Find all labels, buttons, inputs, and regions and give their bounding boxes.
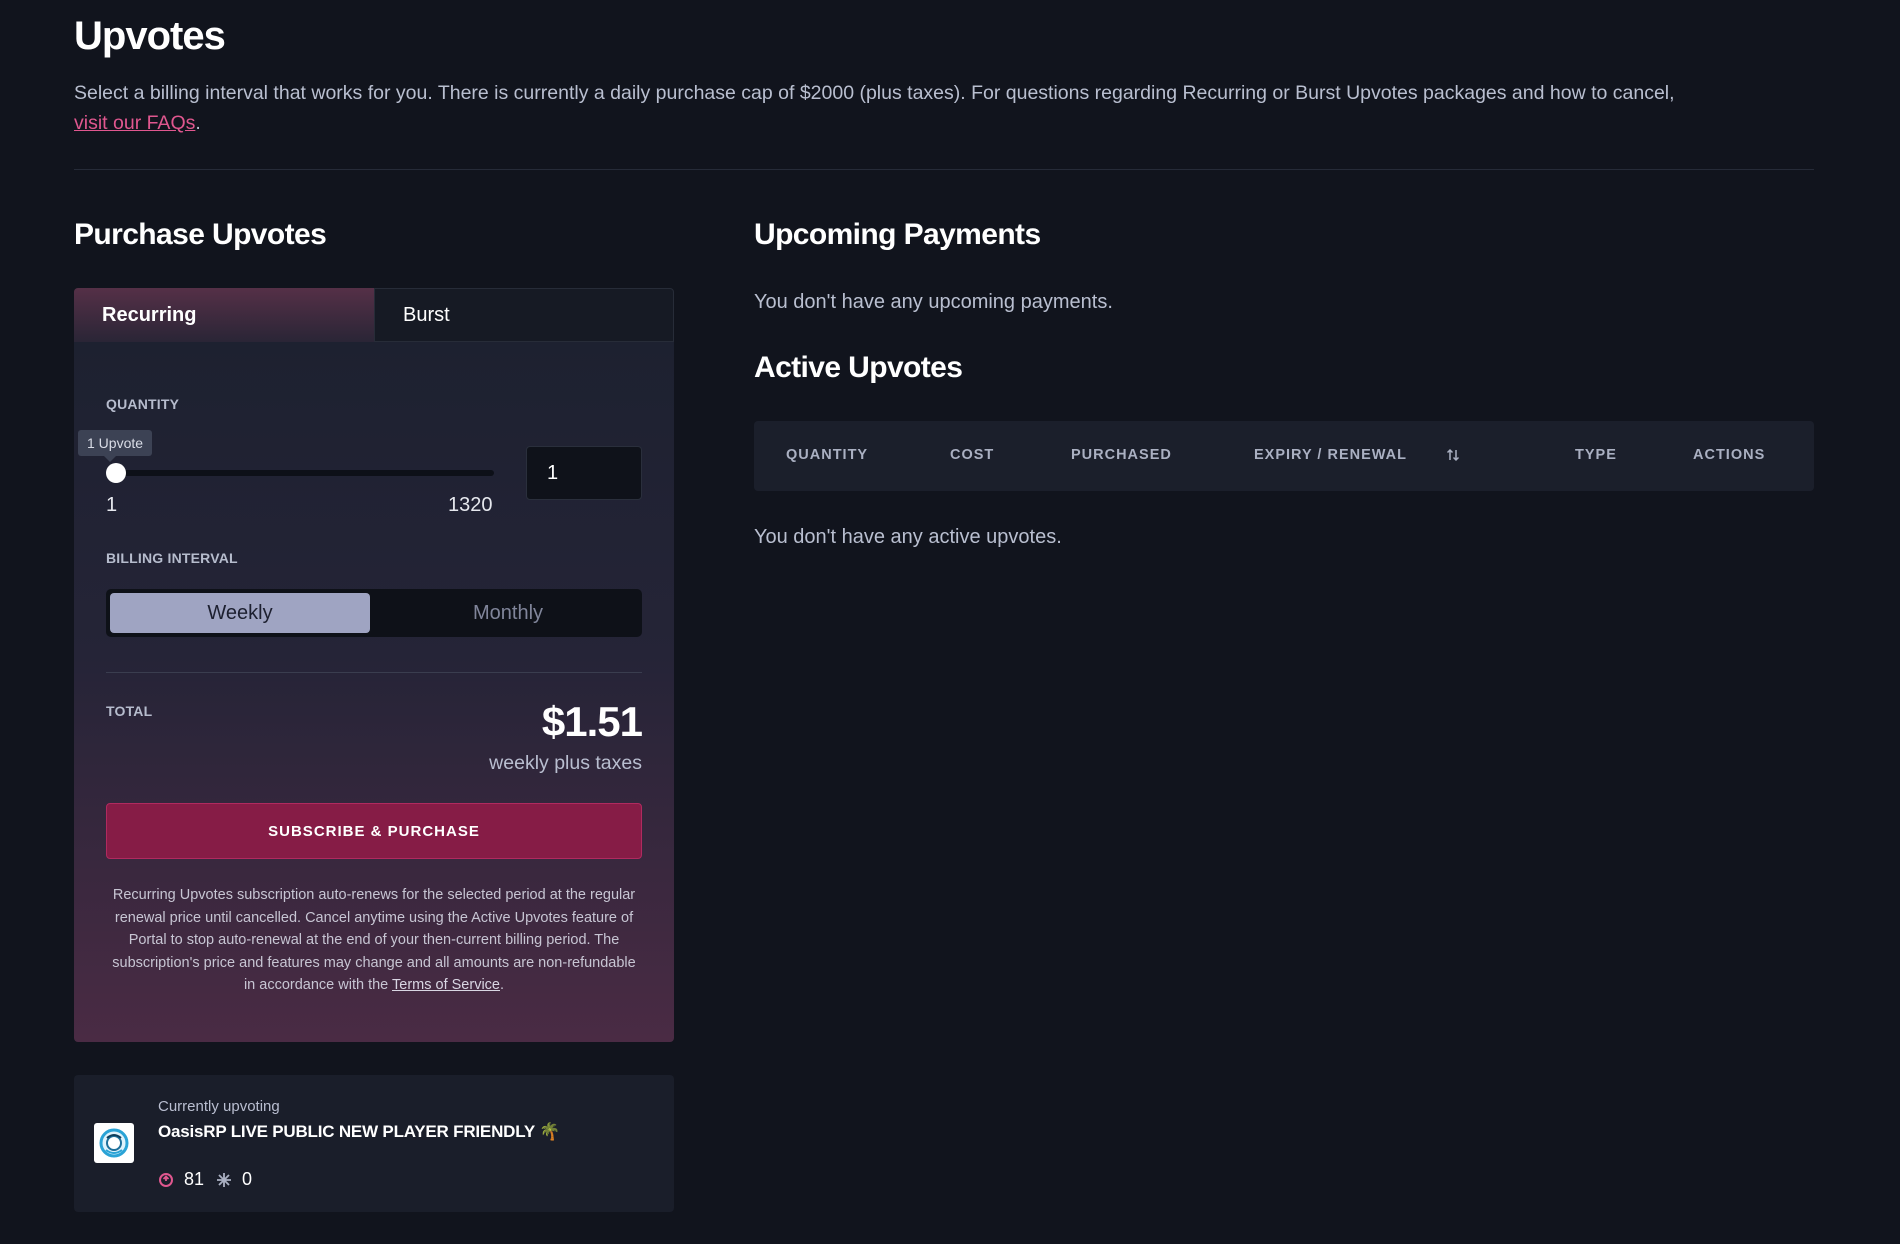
column-actions: ACTIONS [1693,447,1766,463]
total-label: TOTAL [106,703,153,719]
card-divider [106,672,642,673]
purchase-card: QUANTITY 1 Upvote 1 1320 BILLING INTERVA… [74,342,674,1042]
currently-upvoting-card[interactable]: Currently upvoting OasisRP LIVE PUBLIC N… [74,1075,674,1212]
subscribe-purchase-button[interactable]: SUBSCRIBE & PURCHASE [106,803,642,859]
intro-end: . [195,112,201,134]
upcoming-payments-empty: You don't have any upcoming payments. [754,291,1113,313]
active-upvotes-title: Active Upvotes [754,351,963,384]
column-purchased: PURCHASED [1071,447,1172,463]
purchase-title: Purchase Upvotes [74,218,327,251]
currently-upvoting-label: Currently upvoting [158,1098,280,1115]
burst-icon [217,1172,232,1187]
column-expiry-renewal[interactable]: EXPIRY / RENEWAL [1254,447,1407,463]
server-name: OasisRP LIVE PUBLIC NEW PLAYER FRIENDLY … [158,1122,561,1141]
server-stats: 81 0 [158,1169,252,1190]
disclaimer-text: Recurring Upvotes subscription auto-rene… [112,887,636,993]
billing-monthly-option[interactable]: Monthly [378,593,638,633]
slider-max-label: 1320 [448,494,493,516]
faq-link[interactable]: visit our FAQs [74,112,195,134]
intro-text: Select a billing interval that works for… [74,78,1814,138]
purchase-tabs: Recurring Burst [74,288,674,342]
column-quantity: QUANTITY [786,447,869,463]
total-subtext: weekly plus taxes [489,752,642,774]
burst-count: 0 [242,1169,253,1189]
disclaimer-end: . [500,977,505,993]
tab-recurring[interactable]: Recurring [74,288,374,342]
upvote-icon [159,1172,173,1187]
billing-interval-label: BILLING INTERVAL [106,550,238,566]
quantity-slider-track[interactable] [106,470,494,476]
column-type: TYPE [1575,447,1617,463]
slider-tooltip: 1 Upvote [78,430,153,462]
subscription-disclaimer: Recurring Upvotes subscription auto-rene… [110,884,638,997]
slider-min-label: 1 [106,494,118,516]
column-cost: COST [950,447,995,463]
active-upvotes-table-header: QUANTITY COST PURCHASED EXPIRY / RENEWAL… [754,421,1814,491]
quantity-label: QUANTITY [106,396,180,412]
tab-burst[interactable]: Burst [374,288,674,342]
total-amount: $1.51 [541,698,643,745]
billing-weekly-option[interactable]: Weekly [110,593,370,633]
quantity-input[interactable] [526,446,642,500]
intro-body: Select a billing interval that works for… [74,82,1675,104]
terms-of-service-link[interactable]: Terms of Service [392,977,500,993]
server-logo-icon [99,1128,129,1158]
billing-interval-toggle: Weekly Monthly [106,589,642,637]
active-upvotes-empty: You don't have any active upvotes. [754,526,1062,548]
upcoming-payments-title: Upcoming Payments [754,218,1041,251]
server-logo [94,1123,134,1163]
quantity-slider-handle[interactable] [106,463,126,483]
sort-arrows-icon[interactable] [1446,448,1460,462]
page-title: Upvotes [74,14,226,58]
upvote-count: 81 [184,1169,205,1189]
header-divider [74,169,1814,170]
